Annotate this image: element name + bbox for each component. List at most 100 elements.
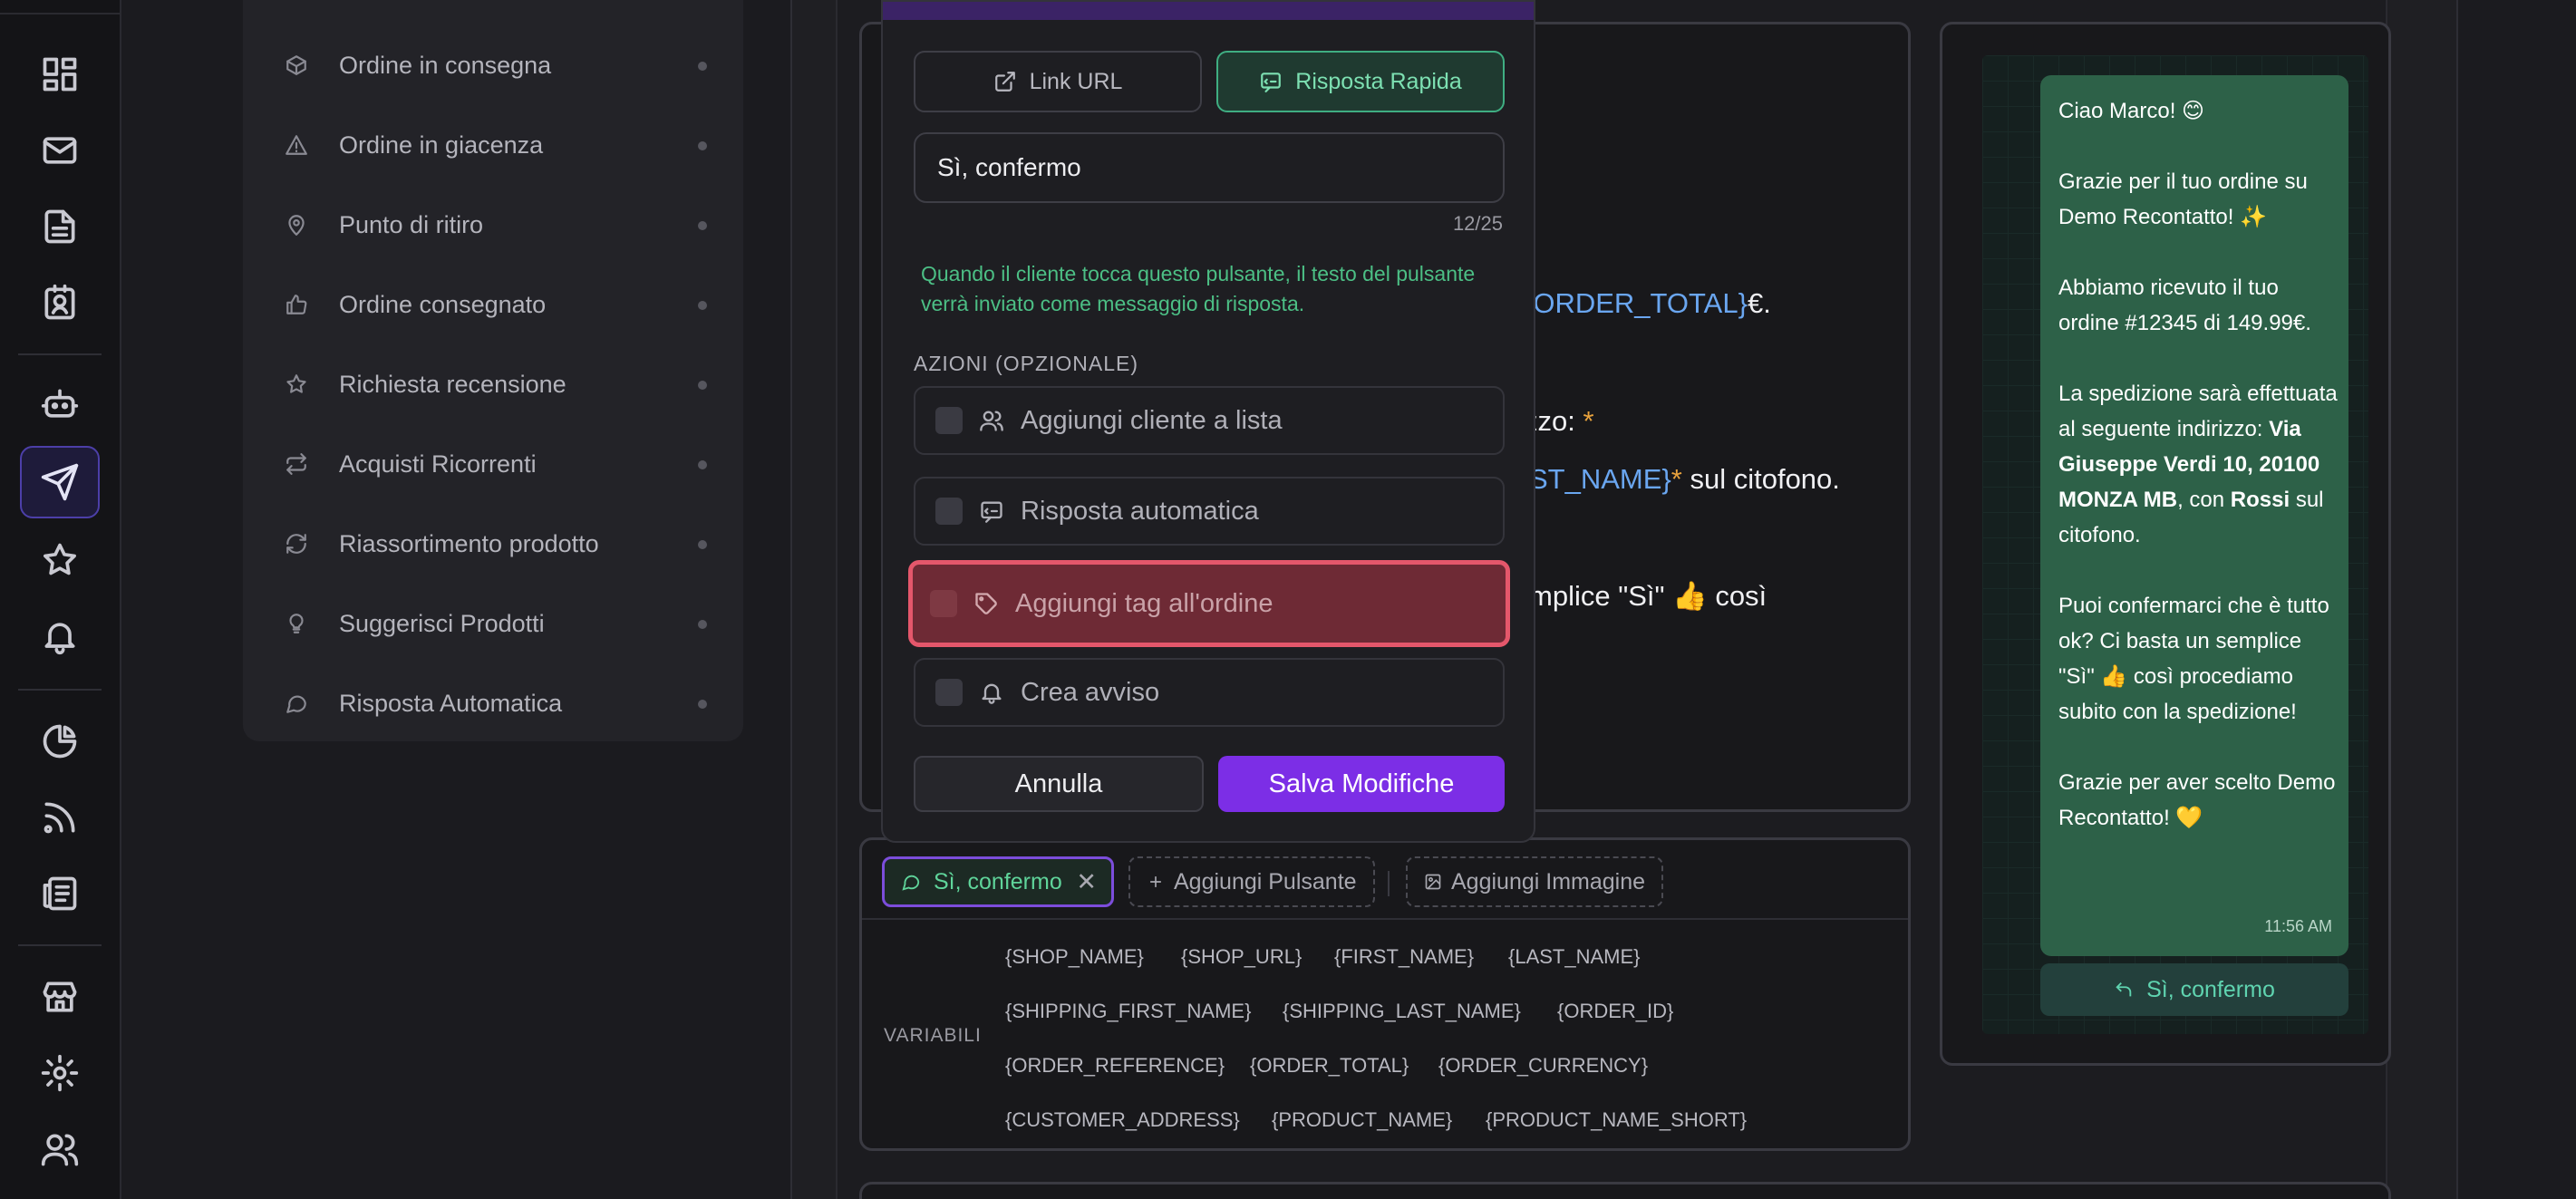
variable-token: ST_NAME} bbox=[1529, 463, 1671, 495]
send-icon[interactable] bbox=[20, 446, 100, 518]
status-dot bbox=[698, 381, 707, 390]
bottom-card bbox=[859, 1182, 2391, 1199]
bubble-paragraph: Abbiamo ricevuto il tuo ordine #12345 di… bbox=[2058, 276, 2311, 335]
char-counter: 12/25 bbox=[1452, 212, 1503, 235]
variable-chip[interactable]: {SHOP_URL} bbox=[1181, 945, 1302, 969]
variable-chip[interactable]: {ORDER_REFERENCE} bbox=[1005, 1054, 1225, 1078]
template-item-ordine-consegnato[interactable]: Ordine consegnato bbox=[243, 276, 743, 334]
variable-chip[interactable]: {ORDER_TOTAL} bbox=[1250, 1054, 1409, 1078]
plus-icon bbox=[1150, 876, 1161, 887]
bubble-paragraph: Ciao Marco! 😊 bbox=[2058, 99, 2205, 123]
variable-chip[interactable]: {PRODUCT_NAME} bbox=[1272, 1108, 1452, 1132]
tag-icon bbox=[972, 589, 1001, 618]
checkbox[interactable] bbox=[935, 498, 963, 525]
editor-line: {ORDER_TOTAL}€. bbox=[1524, 287, 1771, 320]
action-label: Crea avviso bbox=[1021, 677, 1160, 707]
bell-icon bbox=[977, 678, 1006, 707]
bot-icon[interactable] bbox=[20, 368, 100, 440]
refresh-icon bbox=[283, 530, 310, 557]
status-dot bbox=[698, 620, 707, 629]
image-icon bbox=[1425, 874, 1441, 890]
divider bbox=[0, 13, 121, 15]
dashboard-icon[interactable] bbox=[20, 38, 100, 111]
editor-text-fragment: €. bbox=[1747, 287, 1771, 319]
quick-reply-hint: Quando il cliente tocca questo pulsante,… bbox=[921, 262, 1476, 315]
checkbox[interactable] bbox=[935, 407, 963, 434]
bell-icon[interactable] bbox=[20, 600, 100, 672]
external-link-icon bbox=[994, 72, 1015, 92]
add-image-label: Aggiungi Immagine bbox=[1451, 868, 1646, 894]
cancel-button[interactable]: Annulla bbox=[914, 756, 1204, 812]
bubble-text: Ciao Marco! 😊 Grazie per il tuo ordine s… bbox=[2058, 93, 2339, 871]
quick-reply-type-button[interactable]: Risposta Rapida bbox=[1216, 51, 1505, 112]
lightbulb-icon bbox=[283, 610, 310, 637]
template-item-riassortimento-prodotto[interactable]: Riassortimento prodotto bbox=[243, 515, 743, 573]
button-text-input[interactable] bbox=[914, 132, 1505, 203]
pie-chart-icon[interactable] bbox=[20, 705, 100, 778]
quick-reply-label: Risposta Rapida bbox=[1295, 68, 1462, 94]
close-icon[interactable]: ✕ bbox=[1076, 868, 1097, 896]
status-dot bbox=[698, 62, 707, 71]
variable-chip[interactable]: {PRODUCT_NAME_SHORT} bbox=[1486, 1108, 1747, 1132]
variables-label: VARIABILI bbox=[884, 1025, 982, 1046]
bubble-paragraph: Grazie per il tuo ordine su Demo Reconta… bbox=[2058, 169, 2308, 229]
template-item-risposta-automatica[interactable]: Risposta Automatica bbox=[243, 674, 743, 732]
document-icon[interactable] bbox=[20, 190, 100, 263]
template-label: Punto di ritiro bbox=[339, 210, 484, 238]
checkbox[interactable] bbox=[935, 679, 963, 706]
variable-chip[interactable]: {SHOP_NAME} bbox=[1005, 945, 1144, 969]
template-item-ordine-in-giacenza[interactable]: Ordine in giacenza bbox=[243, 116, 743, 174]
store-icon[interactable] bbox=[20, 961, 100, 1033]
star-icon[interactable] bbox=[20, 524, 100, 596]
mail-icon[interactable] bbox=[20, 114, 100, 187]
variable-chip[interactable]: {SHIPPING_LAST_NAME} bbox=[1283, 1000, 1521, 1023]
message-time: 11:56 AM bbox=[2264, 917, 2332, 935]
add-button-label: Aggiungi Pulsante bbox=[1174, 868, 1357, 894]
variable-chip[interactable]: {SHIPPING_FIRST_NAME} bbox=[1005, 1000, 1251, 1023]
template-label: Risposta Automatica bbox=[339, 689, 563, 717]
variable-chip[interactable]: {FIRST_NAME} bbox=[1334, 945, 1474, 969]
add-image-button[interactable]: Aggiungi Immagine bbox=[1406, 856, 1664, 907]
newspaper-icon[interactable] bbox=[20, 857, 100, 930]
template-label: Richiesta recensione bbox=[339, 370, 567, 398]
template-item-richiesta-recensione[interactable]: Richiesta recensione bbox=[243, 355, 743, 413]
variable-chip[interactable]: {ORDER_ID} bbox=[1557, 1000, 1673, 1023]
variable-chip[interactable]: {ORDER_CURRENCY} bbox=[1438, 1054, 1648, 1078]
actions-section-label: AZIONI (OPZIONALE) bbox=[914, 352, 1139, 375]
template-list: Ordine in consegna Ordine in giacenza Pu… bbox=[243, 0, 743, 741]
save-button[interactable]: Salva Modifiche bbox=[1218, 756, 1505, 812]
message-preview: Ciao Marco! 😊 Grazie per il tuo ordine s… bbox=[1940, 22, 2391, 1066]
chat-reply-icon bbox=[902, 875, 920, 891]
action-auto-reply[interactable]: Risposta automatica bbox=[914, 477, 1505, 546]
divider bbox=[18, 689, 102, 691]
template-item-ordine-in-consegna[interactable]: Ordine in consegna bbox=[243, 36, 743, 94]
template-item-suggerisci-prodotti[interactable]: Suggerisci Prodotti bbox=[243, 595, 743, 653]
template-label: Ordine in consegna bbox=[339, 51, 552, 79]
gear-icon[interactable] bbox=[20, 1037, 100, 1109]
bold-marker: * bbox=[1671, 463, 1682, 495]
variable-chip[interactable]: {CUSTOMER_ADDRESS} bbox=[1005, 1108, 1240, 1132]
users-icon[interactable] bbox=[20, 1113, 100, 1185]
template-label: Ordine consegnato bbox=[339, 290, 547, 318]
link-url-type-button[interactable]: Link URL bbox=[914, 51, 1202, 112]
chat-reply-icon bbox=[1261, 73, 1282, 92]
warning-icon bbox=[283, 131, 310, 159]
template-label: Riassortimento prodotto bbox=[339, 529, 599, 557]
bubble-paragraph: La spedizione sarà effettuata al seguent… bbox=[2058, 376, 2339, 553]
rss-icon[interactable] bbox=[20, 781, 100, 854]
reply-label: Sì, confermo bbox=[2146, 976, 2275, 1002]
checkbox[interactable] bbox=[930, 590, 957, 617]
action-add-order-tag[interactable]: Aggiungi tag all'ordine bbox=[908, 560, 1510, 647]
action-create-alert[interactable]: Crea avviso bbox=[914, 658, 1505, 727]
thumbs-up-icon bbox=[283, 291, 310, 318]
contact-card-icon[interactable] bbox=[20, 266, 100, 339]
status-dot bbox=[698, 301, 707, 310]
action-add-customer-to-list[interactable]: Aggiungi cliente a lista bbox=[914, 386, 1505, 455]
quick-reply-chip[interactable]: Sì, confermo ✕ bbox=[882, 856, 1114, 907]
quick-reply-preview-button[interactable]: Sì, confermo bbox=[2040, 963, 2348, 1016]
template-item-punto-di-ritiro[interactable]: Punto di ritiro bbox=[243, 196, 743, 254]
template-item-acquisti-ricorrenti[interactable]: Acquisti Ricorrenti bbox=[243, 435, 743, 493]
template-label: Ordine in giacenza bbox=[339, 131, 544, 159]
variable-chip[interactable]: {LAST_NAME} bbox=[1508, 945, 1641, 969]
add-button-button[interactable]: Aggiungi Pulsante bbox=[1128, 856, 1375, 907]
